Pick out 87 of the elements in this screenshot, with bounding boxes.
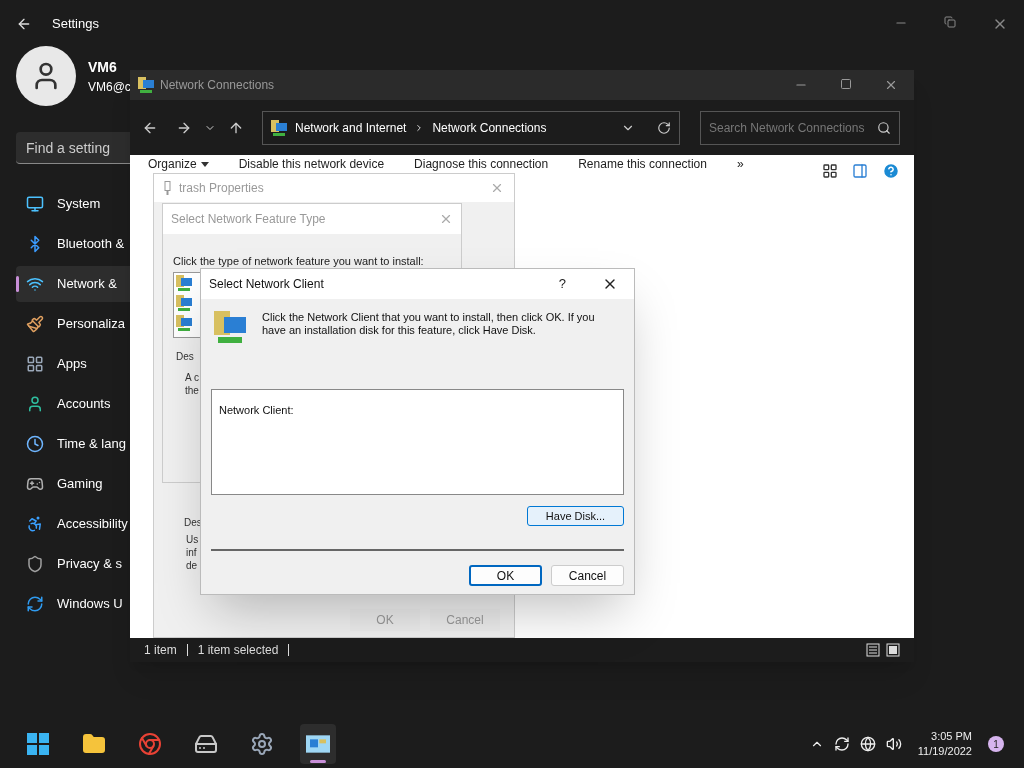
taskbar-button[interactable] [300,724,336,764]
toolbar-button[interactable]: Rename this connection [578,157,707,171]
caret-icon [200,161,209,167]
maximize-icon[interactable] [840,78,852,90]
network-computer-icon [138,77,154,93]
nav-item[interactable]: Apps [16,346,130,382]
update-icon [26,595,44,613]
status-text: 1 item selected [197,642,279,659]
network-computer-icon [176,295,192,311]
description-label: Des [176,350,195,363]
nav-item[interactable]: Privacy & s [16,546,130,582]
window-title: Select Network Feature Type [171,211,326,228]
notification-badge[interactable]: 1 [988,736,1004,752]
gamepad-icon [26,475,44,493]
selection-indicator [16,276,19,292]
window-title: trash Properties [179,180,264,197]
active-indicator [310,760,326,763]
view-icon[interactable] [822,163,838,179]
description-text: the [185,384,200,397]
toolbar-button[interactable]: » [736,157,744,171]
dialog-button[interactable]: OK [469,565,542,586]
have-disk-button[interactable]: Have Disk... [527,506,624,526]
network-computer-icon [176,315,192,331]
nav-item[interactable]: Bluetooth & [16,226,130,262]
nav-item[interactable]: Network & [16,266,130,302]
person-icon [26,395,44,413]
search-field[interactable]: Find a setting [16,132,130,164]
shield-icon [26,555,44,573]
window-title: Select Network Client [209,276,324,293]
restore-icon[interactable] [944,16,956,28]
gear-icon[interactable] [250,732,274,756]
folder-icon[interactable] [82,732,106,756]
sync-icon[interactable] [833,736,850,752]
search-icon [877,120,891,135]
wifi-icon [26,275,44,293]
help-button[interactable]: ? [558,274,566,294]
window-title: Settings [52,15,99,34]
client-list[interactable]: Network Client: [211,389,624,495]
nav-item[interactable]: Time & lang [16,426,130,462]
description-text: inf [186,546,198,559]
windows-start-icon[interactable] [26,732,50,756]
breadcrumb-item[interactable]: Network Connections [432,118,547,137]
help-icon[interactable] [882,162,900,180]
refresh-icon[interactable] [657,120,671,135]
list-label: Network Client: [219,404,294,416]
network-adapter-icon [164,181,171,195]
browser-icon[interactable] [138,732,162,756]
avatar [16,46,76,106]
clock-time[interactable]: 3:05 PM [931,729,972,744]
network-computer-icon [214,311,246,343]
nav-item[interactable]: Windows U [16,586,130,622]
description-text: A c [185,371,200,384]
back-icon[interactable] [16,16,32,32]
brush-icon [26,315,44,333]
details-view-icon[interactable] [866,643,880,657]
apps-icon [26,355,44,373]
volume-icon[interactable] [885,736,902,752]
search-field[interactable]: Search Network Connections [700,110,900,145]
address-bar[interactable]: Network and Internet Network Connections [262,110,680,145]
clock-icon [26,435,44,453]
nav-item[interactable]: Accessibility [16,506,130,542]
monitor-icon [26,195,44,213]
description-text: Us [186,533,200,546]
breadcrumb-item[interactable]: Network and Internet [295,118,407,137]
nav-item[interactable]: Gaming [16,466,130,502]
network-computer-icon[interactable] [306,732,330,756]
status-text: 1 item [144,642,177,659]
user-email: VM6@c [88,78,131,96]
nav-item[interactable]: Accounts [16,386,130,422]
toolbar-button[interactable]: Disable this network device [238,157,385,171]
window-title: Network Connections [160,77,275,94]
instruction-text: Click the Network Client that you want to install, then click OK. If you have an installation disk for this feature, click Have Disk. [262,311,596,338]
globe-icon[interactable] [859,736,876,752]
preview-pane-icon[interactable] [852,163,868,179]
toolbar-button[interactable]: Organize [148,157,209,171]
prompt-text: Click the type of network feature you want to install: [173,256,425,267]
network-computer-icon [271,119,287,136]
user-name: VM6 [88,57,118,77]
clock-date[interactable]: 11/19/2022 [917,744,972,759]
accessibility-icon [26,515,44,533]
network-computer-icon [176,275,192,291]
nav-item[interactable]: Personaliza [16,306,130,342]
nav-item[interactable]: System [16,186,130,222]
toolbar-button[interactable]: Diagnose this connection [414,157,549,171]
tiles-view-icon[interactable] [886,643,900,657]
dialog-button[interactable]: Cancel [551,565,624,586]
description-text: de [186,559,199,572]
